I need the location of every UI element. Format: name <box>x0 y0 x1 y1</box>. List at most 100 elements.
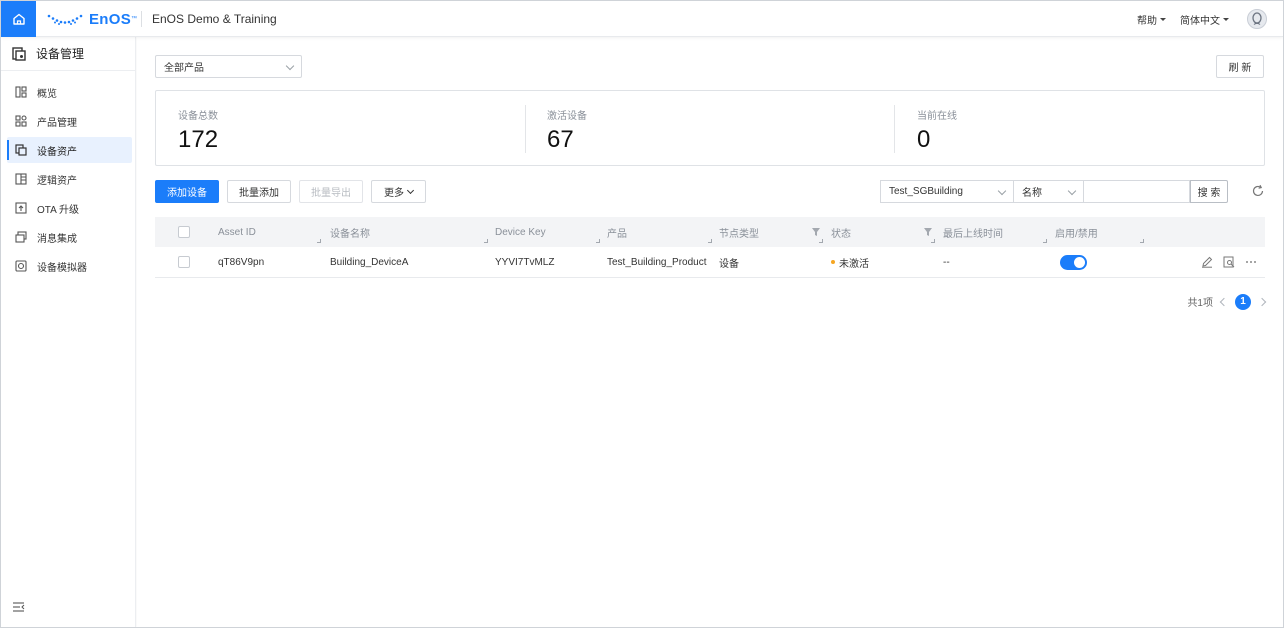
batch-add-button[interactable]: 批量添加 <box>227 180 291 203</box>
column-header-status[interactable]: 状态 <box>831 217 851 247</box>
device-simulator-icon <box>15 260 27 272</box>
logical-asset-icon <box>15 173 27 185</box>
column-header-enable[interactable]: 启用/禁用 <box>1055 217 1098 247</box>
product-select-value: 全部产品 <box>164 63 204 74</box>
cell-node-type: 设备 <box>719 258 739 270</box>
search-field-select[interactable]: 名称 <box>1014 180 1084 203</box>
filter-icon[interactable] <box>924 228 932 236</box>
more-label: 更多 <box>384 188 404 199</box>
stat-value: 0 <box>917 126 931 153</box>
select-all-cell <box>178 217 190 247</box>
column-header-last-online[interactable]: 最后上线时间 <box>943 217 1003 247</box>
sidebar-header: 设备管理 <box>1 37 135 71</box>
sidebar-title: 设备管理 <box>36 47 85 61</box>
chevron-down-icon <box>997 186 1007 196</box>
select-all-checkbox[interactable] <box>178 226 190 238</box>
table-header: Asset ID 设备名称 Device Key 产品 节点类型 状态 最后上线… <box>155 217 1265 247</box>
enos-logo: EnOS ™ <box>47 9 137 29</box>
row-checkbox[interactable] <box>178 256 190 268</box>
device-management-icon <box>12 46 26 61</box>
column-resize-handle[interactable] <box>708 239 712 243</box>
pagination-total: 共1项 <box>1187 298 1213 309</box>
table-row[interactable]: qT86V9pn Building_DeviceA YYVI7TvMLZ Tes… <box>155 247 1265 278</box>
column-header-node-type[interactable]: 节点类型 <box>719 217 759 247</box>
logo-trademark: ™ <box>131 16 138 22</box>
chevron-down-icon <box>1067 186 1077 196</box>
column-header-device-key[interactable]: Device Key <box>495 217 546 247</box>
sidebar-item-device-simulator[interactable]: 设备模拟器 <box>7 253 132 279</box>
filter-icon[interactable] <box>812 228 820 236</box>
enable-toggle[interactable] <box>1060 254 1087 270</box>
chevron-down-icon <box>1160 17 1166 21</box>
column-header-product[interactable]: 产品 <box>607 217 627 247</box>
product-grid-icon <box>15 115 27 127</box>
cell-device-key: YYVI7TvMLZ <box>495 256 555 268</box>
cell-status: 未激活 <box>831 247 869 277</box>
sidebar-item-ota-upgrade[interactable]: OTA 升级 <box>7 195 132 221</box>
sidebar-item-overview[interactable]: 概览 <box>7 79 132 105</box>
header-divider <box>141 11 142 27</box>
search-input[interactable] <box>1084 180 1190 203</box>
view-detail-icon[interactable] <box>1222 255 1236 269</box>
refresh-button[interactable]: 刷 新 <box>1216 55 1264 78</box>
column-resize-handle[interactable] <box>596 239 600 243</box>
column-resize-handle[interactable] <box>819 239 823 243</box>
collapse-sidebar-icon[interactable] <box>13 601 25 615</box>
toolbar: 添加设备 批量添加 批量导出 更多 Test_SGBuilding 名称 搜 索 <box>155 180 1265 203</box>
sidebar-item-label: 消息集成 <box>37 233 77 245</box>
chevron-left-icon[interactable] <box>1219 297 1229 306</box>
sidebar-item-label: 产品管理 <box>37 117 77 129</box>
sidebar-item-message-integration[interactable]: 消息集成 <box>7 224 132 250</box>
home-icon <box>12 13 25 25</box>
device-table: Asset ID 设备名称 Device Key 产品 节点类型 状态 最后上线… <box>155 217 1265 278</box>
sidebar: 设备管理 概览 产品管理 设备资产 逻辑资产 OTA 升级 消息集成 设备模拟器 <box>1 37 136 627</box>
language-menu[interactable]: 简体中文 <box>1180 12 1229 27</box>
cell-asset-id: qT86V9pn <box>218 256 265 268</box>
logo-text: EnOS <box>89 10 132 28</box>
column-resize-handle[interactable] <box>484 239 488 243</box>
chevron-down-icon <box>406 186 415 194</box>
reload-icon[interactable] <box>1251 184 1265 198</box>
chevron-right-icon[interactable] <box>1257 297 1267 306</box>
add-device-button[interactable]: 添加设备 <box>155 180 219 203</box>
top-bar: EnOS ™ EnOS Demo & Training 帮助 简体中文 <box>1 1 1283 37</box>
stat-value: 172 <box>178 126 219 153</box>
language-label: 简体中文 <box>1180 15 1220 27</box>
sidebar-item-label: 设备资产 <box>37 146 77 158</box>
search-button[interactable]: 搜 索 <box>1190 180 1228 203</box>
org-select[interactable]: Test_SGBuilding <box>880 180 1014 203</box>
home-button[interactable] <box>1 1 36 37</box>
sidebar-item-products[interactable]: 产品管理 <box>7 108 132 134</box>
sidebar-item-label: 逻辑资产 <box>37 175 77 187</box>
sidebar-item-device-assets[interactable]: 设备资产 <box>7 137 132 163</box>
help-menu[interactable]: 帮助 <box>1137 12 1166 27</box>
more-dropdown[interactable]: 更多 <box>371 180 426 203</box>
batch-export-button: 批量导出 <box>299 180 363 203</box>
chevron-down-icon <box>285 61 295 71</box>
edit-icon[interactable] <box>1200 255 1214 269</box>
user-icon <box>1252 12 1262 25</box>
column-header-asset-id[interactable]: Asset ID <box>218 217 256 247</box>
column-resize-handle[interactable] <box>317 239 321 243</box>
column-resize-handle[interactable] <box>1140 239 1144 243</box>
sidebar-item-label: OTA 升级 <box>37 204 80 216</box>
status-dot <box>831 260 835 264</box>
column-resize-handle[interactable] <box>931 239 935 243</box>
search-field-value: 名称 <box>1022 188 1042 199</box>
column-header-name[interactable]: 设备名称 <box>330 217 370 247</box>
stat-divider <box>525 105 526 153</box>
user-avatar[interactable] <box>1247 9 1267 29</box>
search-group: Test_SGBuilding 名称 搜 索 <box>880 180 1228 203</box>
chevron-down-icon <box>1223 17 1229 21</box>
product-select[interactable]: 全部产品 <box>155 55 302 78</box>
top-right-menu: 帮助 简体中文 <box>1137 1 1267 37</box>
app-window: EnOS ™ EnOS Demo & Training 帮助 简体中文 设备管理… <box>0 0 1284 628</box>
dashboard-icon <box>15 86 27 98</box>
sidebar-nav: 概览 产品管理 设备资产 逻辑资产 OTA 升级 消息集成 设备模拟器 <box>1 71 135 279</box>
cell-last-online: -- <box>943 256 950 268</box>
more-actions-icon[interactable] <box>1244 255 1258 269</box>
sidebar-item-logical-assets[interactable]: 逻辑资产 <box>7 166 132 192</box>
pagination: 共1项 1 <box>1187 293 1267 310</box>
page-number[interactable]: 1 <box>1235 293 1251 310</box>
column-resize-handle[interactable] <box>1043 239 1047 243</box>
